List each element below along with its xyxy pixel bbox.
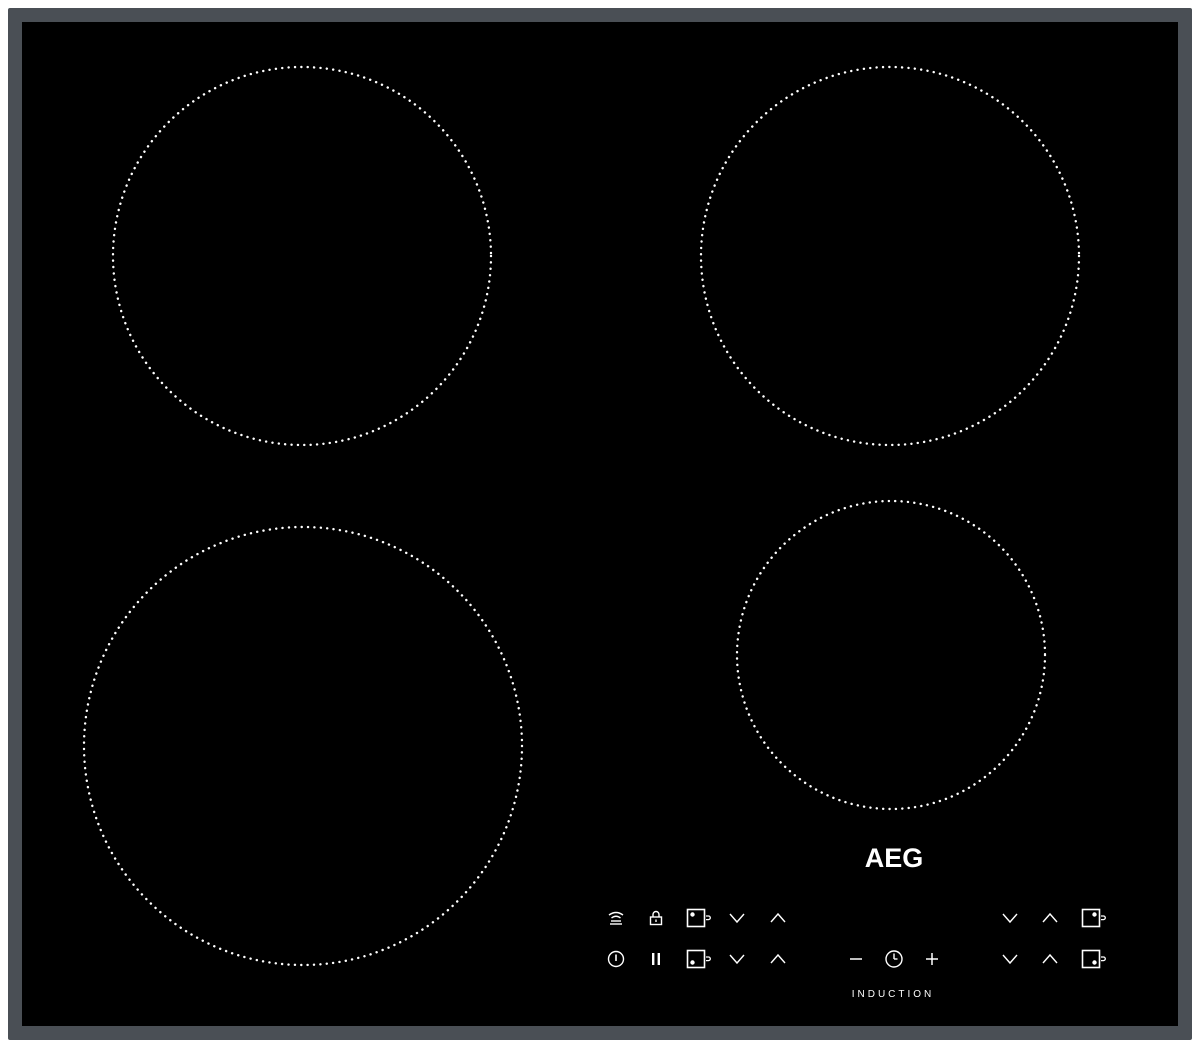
increase-rear-right-button[interactable] bbox=[1035, 903, 1065, 933]
zone-select-icon bbox=[1081, 949, 1106, 969]
decrease-rear-right-button[interactable] bbox=[995, 903, 1025, 933]
zone-select-icon bbox=[686, 908, 711, 928]
wifi-icon bbox=[608, 911, 624, 925]
plus-icon bbox=[926, 953, 938, 965]
chevron-up-icon bbox=[1042, 912, 1058, 923]
zone-rear-left bbox=[111, 65, 493, 447]
increase-front-left-button[interactable] bbox=[763, 944, 793, 974]
chevron-down-icon bbox=[1002, 954, 1018, 965]
lock-icon bbox=[649, 910, 663, 926]
increase-front-right-button[interactable] bbox=[1035, 944, 1065, 974]
induction-label: INDUCTION bbox=[851, 989, 935, 1000]
cooking-zones bbox=[82, 65, 1081, 967]
chevron-down-icon bbox=[729, 954, 745, 965]
zone-rear-right bbox=[699, 65, 1081, 447]
brand-logo: AEG bbox=[864, 843, 924, 873]
chevron-down-icon bbox=[1002, 913, 1018, 924]
pause-icon bbox=[652, 953, 660, 965]
timer-plus-button[interactable] bbox=[917, 944, 947, 974]
minus-icon bbox=[850, 958, 862, 960]
decrease-rear-left-button[interactable] bbox=[722, 903, 752, 933]
zone-front-left bbox=[82, 525, 524, 967]
pause-button[interactable] bbox=[641, 944, 671, 974]
zone-select-front-right-button[interactable] bbox=[1079, 944, 1109, 974]
chevron-up-icon bbox=[770, 912, 786, 923]
increase-rear-left-button[interactable] bbox=[763, 903, 793, 933]
zone-select-rear-left-button[interactable] bbox=[684, 903, 714, 933]
lock-button[interactable] bbox=[641, 903, 671, 933]
chevron-up-icon bbox=[770, 953, 786, 964]
zone-select-front-left-button[interactable] bbox=[684, 944, 714, 974]
power-icon bbox=[607, 950, 625, 968]
chevron-down-icon bbox=[729, 913, 745, 924]
timer-icon bbox=[885, 950, 903, 968]
power-button[interactable] bbox=[601, 944, 631, 974]
timer-minus-button[interactable] bbox=[841, 944, 871, 974]
wifi-button[interactable] bbox=[601, 903, 631, 933]
chevron-up-icon bbox=[1042, 953, 1058, 964]
decrease-front-left-button[interactable] bbox=[722, 944, 752, 974]
timer-button[interactable] bbox=[879, 944, 909, 974]
zone-front-right bbox=[735, 499, 1047, 811]
zone-select-icon bbox=[1081, 908, 1106, 928]
zone-select-icon bbox=[686, 949, 711, 969]
zone-select-rear-right-button[interactable] bbox=[1079, 903, 1109, 933]
decrease-front-right-button[interactable] bbox=[995, 944, 1025, 974]
